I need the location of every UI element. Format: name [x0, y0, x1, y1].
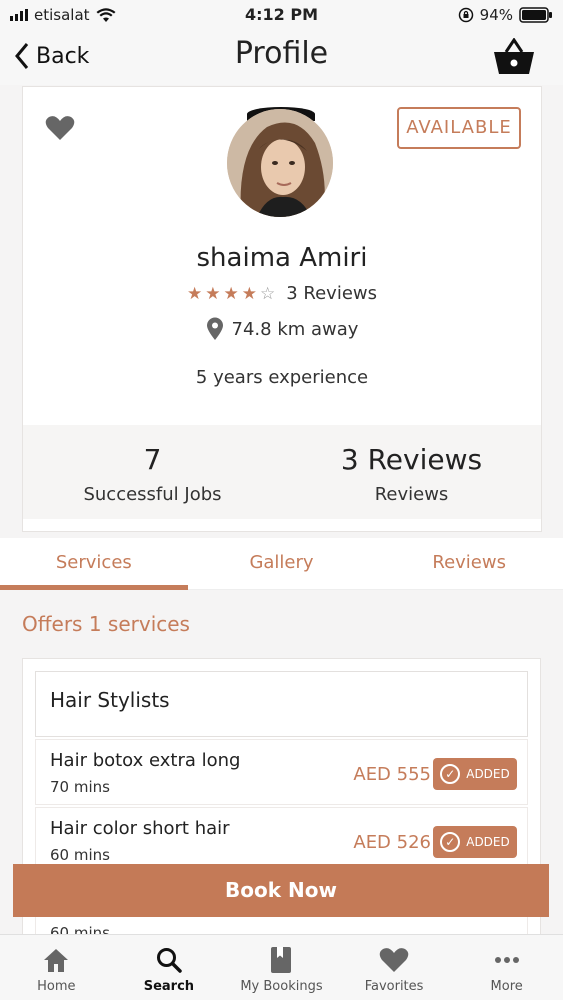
location-pin-icon	[206, 317, 223, 340]
nav-bar: Back Profile	[0, 30, 563, 85]
profile-card: AVAILABLE shaima Amiri ★★★★☆ 3 Reviews 7…	[22, 86, 542, 532]
check-icon: ✓	[440, 832, 461, 852]
basket-icon	[494, 37, 534, 74]
service-duration: 60 mins	[50, 846, 110, 864]
rating-stars: ★★★★☆	[187, 283, 279, 304]
search-icon	[156, 948, 182, 973]
tab-services[interactable]: Services	[0, 538, 188, 590]
service-name: Hair botox extra long	[50, 750, 241, 771]
bottom-nav-more[interactable]: More	[450, 935, 563, 1000]
service-price: AED 555	[353, 764, 431, 785]
battery-percent: 94%	[479, 6, 513, 24]
bottom-nav-my-bookings[interactable]: My Bookings	[225, 935, 338, 1000]
experience-label: 5 years experience	[195, 367, 369, 388]
home-icon	[44, 949, 69, 972]
availability-badge: AVAILABLE	[397, 107, 521, 149]
heart-icon	[45, 116, 75, 140]
check-icon: ✓	[440, 764, 461, 784]
stat-successful-jobs: 7 Successful Jobs	[23, 425, 282, 519]
service-price: AED 526	[353, 832, 431, 853]
more-icon	[494, 957, 519, 963]
favorite-button[interactable]	[45, 115, 75, 145]
stat-value: 7	[143, 443, 162, 476]
bottom-nav-label: Search	[143, 979, 195, 994]
stat-value: 3 Reviews	[340, 443, 483, 476]
status-right: 94%	[458, 6, 553, 24]
profile-tabs: Services Gallery Reviews	[0, 538, 563, 590]
bottom-tab-bar: Home Search My Bookings Favorites More	[0, 934, 563, 1000]
service-name: Hair color short hair	[50, 818, 230, 839]
book-icon	[271, 947, 292, 973]
page-title: Profile	[234, 36, 329, 71]
stat-reviews[interactable]: 3 Reviews Reviews	[282, 425, 541, 519]
rotation-lock-icon	[458, 7, 473, 23]
avatar-photo	[227, 109, 333, 217]
stat-label: Successful Jobs	[83, 484, 222, 505]
distance-row: 74.8 km away	[23, 317, 541, 341]
added-label: ADDED	[466, 767, 510, 781]
bottom-nav-home[interactable]: Home	[0, 935, 113, 1000]
avatar	[227, 109, 333, 217]
status-bar: etisalat 4:12 PM 94%	[0, 0, 563, 30]
bottom-nav-label: More	[490, 979, 523, 994]
bottom-nav-search[interactable]: Search	[113, 935, 226, 1000]
service-category[interactable]: Hair Stylists	[35, 671, 528, 737]
service-row[interactable]: Hair botox extra long 70 mins AED 555 ✓ …	[35, 739, 528, 805]
tab-gallery[interactable]: Gallery	[188, 538, 376, 589]
added-label: ADDED	[466, 835, 510, 849]
profile-name: shaima Amiri	[196, 243, 368, 273]
bottom-nav-label: My Bookings	[240, 979, 323, 994]
bottom-nav-label: Home	[37, 979, 76, 994]
tab-reviews[interactable]: Reviews	[375, 538, 563, 589]
book-now-button[interactable]: Book Now	[13, 864, 549, 917]
added-button[interactable]: ✓ ADDED	[433, 826, 517, 858]
offers-heading: Offers 1 services	[22, 612, 190, 636]
basket-button[interactable]	[493, 37, 535, 80]
heart-icon	[379, 948, 409, 972]
reviews-count[interactable]: 3 Reviews	[286, 283, 377, 304]
bottom-nav-favorites[interactable]: Favorites	[338, 935, 451, 1000]
distance-label: 74.8 km away	[231, 318, 359, 340]
battery-icon	[519, 7, 552, 23]
service-duration: 70 mins	[50, 778, 110, 796]
bottom-nav-label: Favorites	[364, 979, 424, 994]
rating-row: ★★★★☆ 3 Reviews	[23, 283, 541, 304]
stat-label: Reviews	[374, 484, 449, 505]
stats-bar: 7 Successful Jobs 3 Reviews Reviews	[23, 425, 541, 519]
added-button[interactable]: ✓ ADDED	[433, 758, 517, 790]
